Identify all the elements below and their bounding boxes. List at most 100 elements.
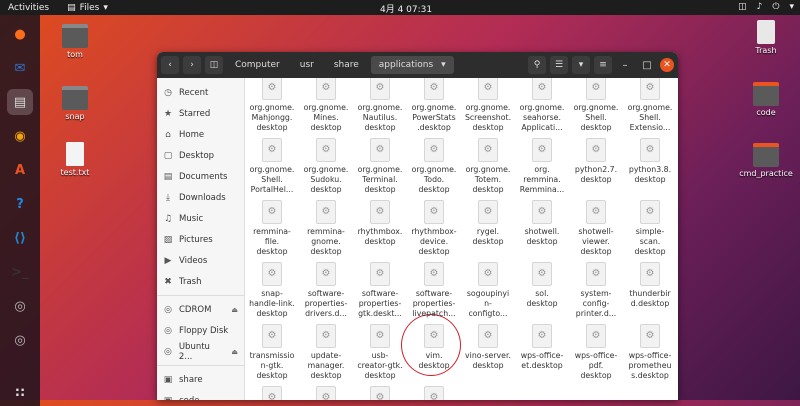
desktop-folder-tom[interactable]: tom (45, 24, 105, 59)
clock[interactable]: 4月 4 07:31 (380, 2, 432, 15)
file-item[interactable]: ⚙ wps-office- prometheu s.desktop (623, 324, 677, 381)
system-tray[interactable]: ◫ ♪ ⏻ ▾ (738, 2, 794, 12)
breadcrumb-usr[interactable]: usr (292, 56, 322, 74)
file-item[interactable]: ⚙ org.gnome. Sudoku. desktop (299, 138, 353, 195)
dock-item[interactable]: ◉ (7, 123, 33, 149)
desktop-folder-code[interactable]: code (736, 82, 796, 117)
desktop-file-icon: ⚙ (586, 78, 606, 100)
file-item[interactable]: ⚙ org.gnome. Shell. desktop (569, 78, 623, 133)
file-item[interactable]: ⚙ org.gnome. Mines. desktop (299, 78, 353, 133)
sidebar-item-desktop[interactable]: ▢ Desktop (157, 145, 244, 166)
desktop-folder-cmd-practice[interactable]: cmd_practice (736, 143, 796, 178)
file-item[interactable]: ⚙ rygel. desktop (461, 200, 515, 247)
sidebar-item-share[interactable]: ▣ share (157, 369, 244, 390)
file-item[interactable]: ⚙ snap- handle-link. desktop (245, 262, 299, 319)
breadcrumb-computer[interactable]: Computer (227, 56, 288, 74)
forward-button[interactable]: › (183, 56, 201, 74)
sidebar-item-trash[interactable]: ✖ Trash (157, 271, 244, 292)
file-item[interactable]: ⚙ wps-office- et.desktop (515, 324, 569, 371)
file-item[interactable]: ⚙ org.gnome. Totem. desktop (461, 138, 515, 195)
dock-item[interactable]: ? (7, 191, 33, 217)
file-item[interactable]: ⚙ org.gnome. Screenshot. desktop (461, 78, 515, 133)
desktop-folder-snap[interactable]: snap (45, 86, 105, 121)
dock-item[interactable]: ▤ (7, 89, 33, 115)
file-item[interactable]: ⚙ software- properties- gtk.deskt... (353, 262, 407, 319)
ubuntu-disk-icon: ◎ (163, 346, 172, 357)
file-item[interactable]: ⚙ remmina- file. desktop (245, 200, 299, 257)
dock-item[interactable]: ● (7, 21, 33, 47)
dock-item[interactable]: >_ (7, 259, 33, 285)
file-item[interactable]: ⚙ (245, 386, 299, 400)
sidebar-item-starred[interactable]: ★ Starred (157, 103, 244, 124)
breadcrumb-applications[interactable]: applications ▾ (370, 56, 454, 74)
breadcrumb-share[interactable]: share (326, 56, 367, 74)
file-item[interactable]: ⚙ shotwell. desktop (515, 200, 569, 247)
sidebar-item-pictures[interactable]: ▨ Pictures (157, 229, 244, 250)
file-item[interactable]: ⚙ org.gnome. seahorse. Applicati... (515, 78, 569, 133)
file-item[interactable]: ⚙ remmina- gnome. desktop (299, 200, 353, 257)
file-item[interactable]: ⚙ wps-office- pdf. desktop (569, 324, 623, 381)
desktop-trash[interactable]: Trash (736, 20, 796, 55)
file-item[interactable]: ⚙ vim. desktop (407, 324, 461, 371)
file-item[interactable]: ⚙ vino-server. desktop (461, 324, 515, 371)
view-options-button[interactable]: ▾ (572, 56, 590, 74)
dock-item[interactable]: A (7, 157, 33, 183)
file-item[interactable]: ⚙ sogoupinyi n- configto... (461, 262, 515, 319)
file-item[interactable]: ⚙ simple- scan. desktop (623, 200, 677, 257)
file-item[interactable]: ⚙ thunderbir d.desktop (623, 262, 677, 309)
desktop-file-test[interactable]: test.txt (45, 142, 105, 177)
file-item[interactable]: ⚙ (353, 386, 407, 400)
sidebar-item-code[interactable]: ▣ code (157, 390, 244, 401)
show-applications-button[interactable]: ∷ (7, 380, 33, 406)
file-item[interactable]: ⚙ org.gnome. PowerStats .desktop (407, 78, 461, 133)
close-button[interactable]: ✕ (660, 58, 674, 72)
app-menu[interactable]: ▤ Files ▾ (67, 3, 108, 13)
sidebar-item-ubuntu-2[interactable]: ◎ Ubuntu 2... ⏏ (157, 341, 244, 362)
file-item[interactable]: ⚙ org.gnome. Mahjongg. desktop (245, 78, 299, 133)
file-item[interactable]: ⚙ rhythmbox- device. desktop (407, 200, 461, 257)
file-item[interactable]: ⚙ org. remmina. Remmina... (515, 138, 569, 195)
view-list-button[interactable]: ☰ (550, 56, 568, 74)
file-item[interactable]: ⚙ (407, 386, 461, 400)
file-item[interactable]: ⚙ update- manager. desktop (299, 324, 353, 381)
sidebar-item-documents[interactable]: ▤ Documents (157, 166, 244, 187)
sidebar-item-music[interactable]: ♫ Music (157, 208, 244, 229)
sidebar-item-label: Desktop (179, 150, 215, 161)
file-item[interactable]: ⚙ python2.7. desktop (569, 138, 623, 185)
dock-item[interactable]: ✉ (7, 55, 33, 81)
sidebar-item-videos[interactable]: ▶ Videos (157, 250, 244, 271)
dock-item[interactable]: ⟨⟩ (7, 225, 33, 251)
file-item[interactable]: ⚙ (299, 386, 353, 400)
menu-button[interactable]: ≡ (594, 56, 612, 74)
file-item[interactable]: ⚙ org.gnome. Nautilus. desktop (353, 78, 407, 133)
file-item[interactable]: ⚙ system- config- printer.d... (569, 262, 623, 319)
desktop-file-icon: ⚙ (370, 386, 390, 400)
maximize-button[interactable]: □ (638, 56, 656, 74)
file-item[interactable]: ⚙ usb- creator-gtk. desktop (353, 324, 407, 381)
file-item[interactable]: ⚙ transmissio n-gtk. desktop (245, 324, 299, 381)
dock-item[interactable]: ◎ (7, 293, 33, 319)
file-item[interactable]: ⚙ rhythmbox. desktop (353, 200, 407, 247)
file-item[interactable]: ⚙ python3.8. desktop (623, 138, 677, 185)
file-item[interactable]: ⚙ sol. desktop (515, 262, 569, 309)
file-item[interactable]: ⚙ org.gnome. Shell. Extensio... (623, 78, 677, 133)
sidebar-item-home[interactable]: ⌂ Home (157, 124, 244, 145)
sidebar-item-floppy-disk[interactable]: ◎ Floppy Disk (157, 320, 244, 341)
minimize-button[interactable]: – (616, 56, 634, 74)
back-button[interactable]: ‹ (161, 56, 179, 74)
eject-icon[interactable]: ⏏ (231, 306, 238, 314)
file-item[interactable]: ⚙ org.gnome. Todo. desktop (407, 138, 461, 195)
eject-icon[interactable]: ⏏ (231, 348, 238, 356)
disk-button[interactable]: ◫ (205, 56, 223, 74)
file-item[interactable]: ⚙ software- properties- drivers.d... (299, 262, 353, 319)
sidebar-item-downloads[interactable]: ⤓ Downloads (157, 187, 244, 208)
activities-button[interactable]: Activities (8, 3, 49, 13)
dock-item[interactable]: ◎ (7, 327, 33, 353)
file-item[interactable]: ⚙ shotwell- viewer. desktop (569, 200, 623, 257)
file-item[interactable]: ⚙ software- properties- livepatch... (407, 262, 461, 319)
file-item[interactable]: ⚙ org.gnome. Terminal. desktop (353, 138, 407, 195)
search-button[interactable]: ⚲ (528, 56, 546, 74)
sidebar-item-recent[interactable]: ◷ Recent (157, 82, 244, 103)
file-item[interactable]: ⚙ org.gnome. Shell. PortalHel... (245, 138, 299, 195)
sidebar-item-cdrom[interactable]: ◎ CDROM ⏏ (157, 299, 244, 320)
